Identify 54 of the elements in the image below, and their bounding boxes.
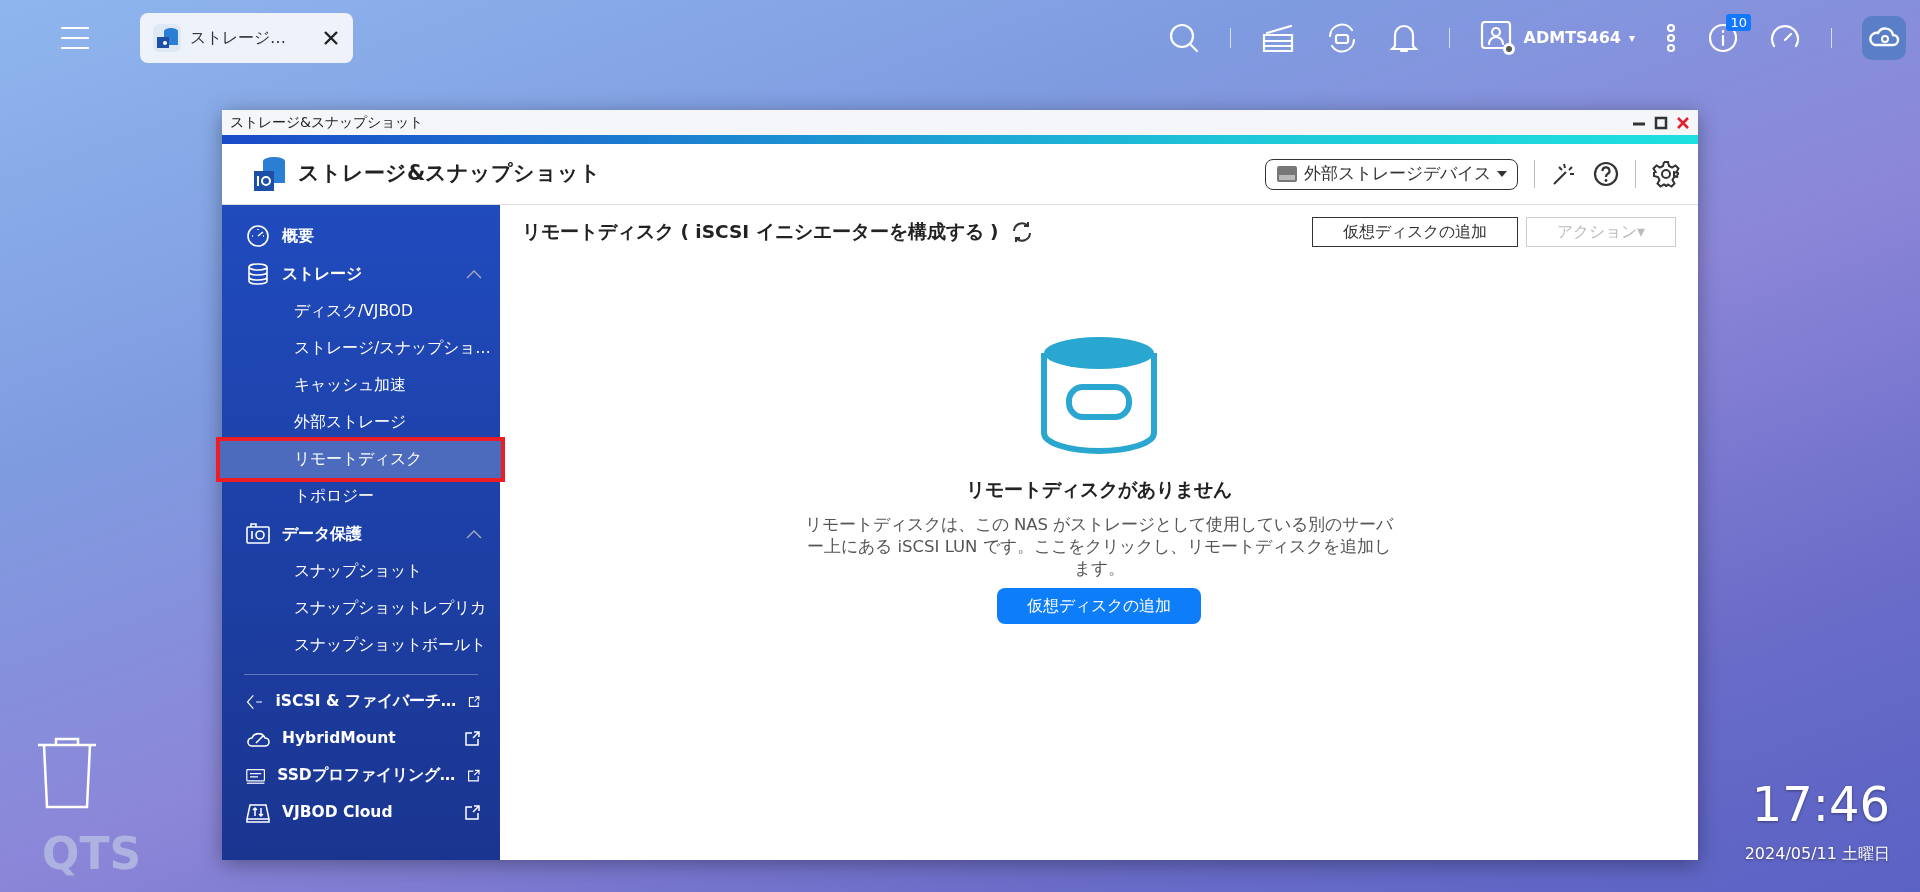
- external-link-icon: [467, 767, 480, 784]
- caret-icon: [1497, 170, 1507, 178]
- notepad-icon[interactable]: [1260, 22, 1295, 53]
- empty-state-description: リモートディスクは、この NAS がストレージとして使用している別のサーバー上にある iSCSI LUN です。ここをクリックし、リモートディスクを追加します。: [804, 513, 1394, 581]
- user-icon: [1479, 19, 1516, 56]
- sidebar-item[interactable]: ストレージ: [222, 255, 500, 293]
- sidebar-subitem[interactable]: ディスク/VJBOD: [222, 293, 500, 330]
- add-virtual-disk-button[interactable]: 仮想ディスクの追加: [997, 588, 1201, 625]
- add-virtual-disk-button[interactable]: 仮想ディスクの追加: [1311, 217, 1518, 247]
- sidebar-link[interactable]: VJBOD Cloud: [222, 794, 500, 831]
- storage-app-icon: [252, 155, 288, 193]
- trash-icon[interactable]: [36, 735, 98, 811]
- sidebar-item[interactable]: データ保護: [222, 515, 500, 553]
- disk-icon: [1041, 335, 1157, 455]
- caret-icon: ▾: [1628, 28, 1635, 47]
- empty-state-title: リモートディスクがありません: [966, 477, 1232, 502]
- sidebar-item[interactable]: 概要: [222, 217, 500, 255]
- search-icon[interactable]: [1167, 21, 1200, 54]
- external-link-icon: [468, 693, 480, 710]
- collapse-icon[interactable]: [466, 269, 482, 279]
- sidebar-subitem[interactable]: スナップショットボールト: [222, 627, 500, 664]
- help-icon[interactable]: [1593, 161, 1619, 187]
- settings-icon[interactable]: [1652, 160, 1680, 188]
- sidebar-link[interactable]: HybridMount: [222, 720, 500, 757]
- cloud-icon[interactable]: [1862, 15, 1906, 60]
- clock-time: 17:46: [1750, 780, 1890, 828]
- sidebar-subitem[interactable]: キャッシュ加速: [222, 367, 500, 404]
- collapse-icon[interactable]: [466, 529, 482, 539]
- sidebar-subitem[interactable]: トポロジー: [222, 478, 500, 515]
- dashboard-icon: [246, 224, 270, 248]
- menu-icon[interactable]: [60, 24, 90, 51]
- magic-wand-icon[interactable]: [1551, 161, 1577, 187]
- storage-app-icon: [152, 22, 182, 53]
- sidebar-subitem[interactable]: スナップショットレプリカ: [222, 590, 500, 627]
- close-icon[interactable]: [323, 29, 339, 46]
- window-title: ストレージ&スナップショット: [230, 113, 423, 132]
- sidebar-link[interactable]: SSDプロファイリング…: [222, 757, 500, 794]
- sidebar-subitem[interactable]: ストレージ/スナップショ…: [222, 330, 500, 367]
- page-title: リモートディスク ( iSCSI イニシエーターを構成する ): [522, 220, 999, 245]
- maximize-icon[interactable]: [1654, 115, 1668, 130]
- clock-date: 2024/05/11 土曜日: [1744, 843, 1890, 865]
- notification-count: 10: [1726, 13, 1751, 31]
- external-link-icon: [464, 804, 480, 821]
- more-icon[interactable]: [1665, 22, 1677, 53]
- device-dropdown[interactable]: 外部ストレージデバイス: [1265, 158, 1518, 190]
- raid-drive-icon: [1276, 165, 1298, 183]
- sidebar-subitem[interactable]: 外部ストレージ: [222, 404, 500, 441]
- sidebar-subitem[interactable]: スナップショット: [222, 553, 500, 590]
- database-icon: [246, 262, 270, 286]
- external-link-icon: [464, 730, 480, 747]
- camera-icon: [246, 522, 270, 546]
- sidebar-link[interactable]: iSCSI & ファイバーチ…: [222, 683, 500, 720]
- app-tab[interactable]: ストレージ…: [140, 12, 353, 63]
- app-title: ストレージ&スナップショット: [298, 160, 602, 188]
